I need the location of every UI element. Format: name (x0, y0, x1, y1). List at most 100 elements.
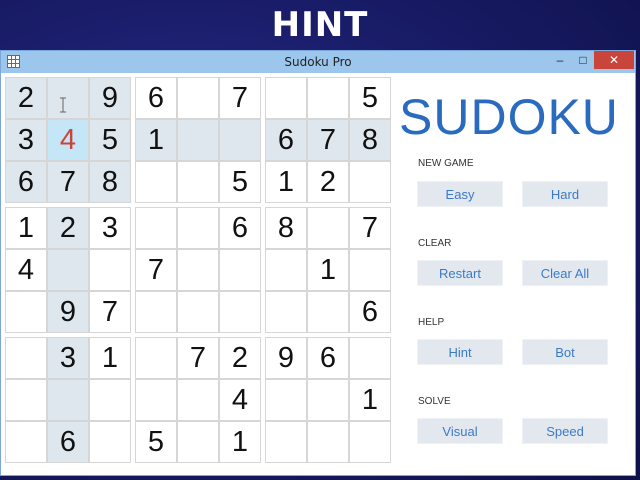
board-cell-r6c7[interactable] (265, 291, 307, 333)
board-cell-r6c8[interactable] (307, 291, 349, 333)
board-cell-r8c8[interactable] (307, 379, 349, 421)
board-cell-r1c3[interactable]: 9 (89, 77, 131, 119)
board-cell-r2c2[interactable]: 4 (47, 119, 89, 161)
board-cell-r5c4[interactable]: 7 (135, 249, 177, 291)
board-cell-r3c6[interactable]: 5 (219, 161, 261, 203)
board-cell-r2c5[interactable] (177, 119, 219, 161)
board-cell-r1c6[interactable]: 7 (219, 77, 261, 119)
board-cell-r3c7[interactable]: 1 (265, 161, 307, 203)
board-cell-r7c9[interactable] (349, 337, 391, 379)
restart-button[interactable]: Restart (417, 260, 503, 286)
board-cell-r9c1[interactable] (5, 421, 47, 463)
board-cell-r1c9[interactable]: 5 (349, 77, 391, 119)
board-cell-r3c4[interactable] (135, 161, 177, 203)
board-cell-r2c7[interactable]: 6 (265, 119, 307, 161)
easy-button[interactable]: Easy (417, 181, 503, 207)
board-cell-r4c4[interactable] (135, 207, 177, 249)
board-cell-r2c6[interactable] (219, 119, 261, 161)
board-cell-r8c2[interactable] (47, 379, 89, 421)
board-cell-r5c1[interactable]: 4 (5, 249, 47, 291)
board-cell-r7c6[interactable]: 2 (219, 337, 261, 379)
board-cell-r1c5[interactable] (177, 77, 219, 119)
board-cell-r6c3[interactable]: 7 (89, 291, 131, 333)
board-cell-r8c3[interactable] (89, 379, 131, 421)
board-cell-r9c9[interactable] (349, 421, 391, 463)
board-cell-r2c8[interactable]: 7 (307, 119, 349, 161)
board-cell-r6c9[interactable]: 6 (349, 291, 391, 333)
board-cell-r9c2[interactable]: 6 (47, 421, 89, 463)
board-cell-r6c2[interactable]: 9 (47, 291, 89, 333)
board-cell-r3c2[interactable]: 7 (47, 161, 89, 203)
board-cell-r8c1[interactable] (5, 379, 47, 421)
board-cell-r5c2[interactable] (47, 249, 89, 291)
text-cursor-icon (60, 97, 66, 113)
window-title: Sudoku Pro (284, 55, 352, 69)
board-cell-r4c3[interactable]: 3 (89, 207, 131, 249)
board-cell-r4c2[interactable]: 2 (47, 207, 89, 249)
board-cell-r5c7[interactable] (265, 249, 307, 291)
close-button[interactable]: ✕ (594, 51, 634, 69)
board-cell-r3c9[interactable] (349, 161, 391, 203)
board-cell-r3c3[interactable]: 8 (89, 161, 131, 203)
board-cell-r7c7[interactable]: 9 (265, 337, 307, 379)
new-game-section-label: NEW GAME (418, 158, 474, 169)
board-cell-r2c9[interactable]: 8 (349, 119, 391, 161)
board-cell-r2c3[interactable]: 5 (89, 119, 131, 161)
board-cell-r7c4[interactable] (135, 337, 177, 379)
board-cell-r3c5[interactable] (177, 161, 219, 203)
hint-banner: HINT (271, 5, 369, 45)
board-cell-r9c3[interactable] (89, 421, 131, 463)
bot-button[interactable]: Bot (522, 339, 608, 365)
board-cell-r2c4[interactable]: 1 (135, 119, 177, 161)
board-cell-r4c6[interactable]: 6 (219, 207, 261, 249)
board-cell-r1c1[interactable]: 2 (5, 77, 47, 119)
board-cell-r1c8[interactable] (307, 77, 349, 119)
solve-section-label: SOLVE (418, 396, 451, 407)
board-cell-r4c9[interactable]: 7 (349, 207, 391, 249)
board-cell-r7c5[interactable]: 7 (177, 337, 219, 379)
hint-button[interactable]: Hint (417, 339, 503, 365)
board-cell-r4c5[interactable] (177, 207, 219, 249)
board-cell-r6c6[interactable] (219, 291, 261, 333)
hard-button[interactable]: Hard (522, 181, 608, 207)
board-cell-r5c6[interactable] (219, 249, 261, 291)
board-cell-r7c1[interactable] (5, 337, 47, 379)
board-cell-r5c8[interactable]: 1 (307, 249, 349, 291)
board-cell-r1c7[interactable] (265, 77, 307, 119)
board-cell-r3c1[interactable]: 6 (5, 161, 47, 203)
board-cell-r5c3[interactable] (89, 249, 131, 291)
board-cell-r8c7[interactable] (265, 379, 307, 421)
board-cell-r1c2[interactable] (47, 77, 89, 119)
board-cell-r3c8[interactable]: 2 (307, 161, 349, 203)
board-cell-r6c5[interactable] (177, 291, 219, 333)
clear-all-button[interactable]: Clear All (522, 260, 608, 286)
board-cell-r6c1[interactable] (5, 291, 47, 333)
board-cell-r8c4[interactable] (135, 379, 177, 421)
board-cell-r9c4[interactable]: 5 (135, 421, 177, 463)
board-cell-r2c1[interactable]: 3 (5, 119, 47, 161)
board-cell-r8c6[interactable]: 4 (219, 379, 261, 421)
board-cell-r9c8[interactable] (307, 421, 349, 463)
board-cell-r4c7[interactable]: 8 (265, 207, 307, 249)
board-cell-r4c1[interactable]: 1 (5, 207, 47, 249)
board-cell-r7c8[interactable]: 6 (307, 337, 349, 379)
board-cell-r9c7[interactable] (265, 421, 307, 463)
sudoku-board: 2967534516786785121236874719763172964165… (5, 77, 391, 471)
board-cell-r4c8[interactable] (307, 207, 349, 249)
board-cell-r8c9[interactable]: 1 (349, 379, 391, 421)
app-logo-title: SUDOKU (399, 89, 619, 145)
board-cell-r5c9[interactable] (349, 249, 391, 291)
board-cell-r7c3[interactable]: 1 (89, 337, 131, 379)
board-cell-r9c6[interactable]: 1 (219, 421, 261, 463)
minimize-button[interactable]: ‒ (548, 51, 572, 69)
maximize-button[interactable]: □ (571, 51, 595, 69)
board-cell-r1c4[interactable]: 6 (135, 77, 177, 119)
visual-button[interactable]: Visual (417, 418, 503, 444)
title-bar[interactable]: Sudoku Pro ‒ □ ✕ (1, 51, 635, 73)
speed-button[interactable]: Speed (522, 418, 608, 444)
board-cell-r8c5[interactable] (177, 379, 219, 421)
board-cell-r7c2[interactable]: 3 (47, 337, 89, 379)
board-cell-r5c5[interactable] (177, 249, 219, 291)
board-cell-r9c5[interactable] (177, 421, 219, 463)
board-cell-r6c4[interactable] (135, 291, 177, 333)
